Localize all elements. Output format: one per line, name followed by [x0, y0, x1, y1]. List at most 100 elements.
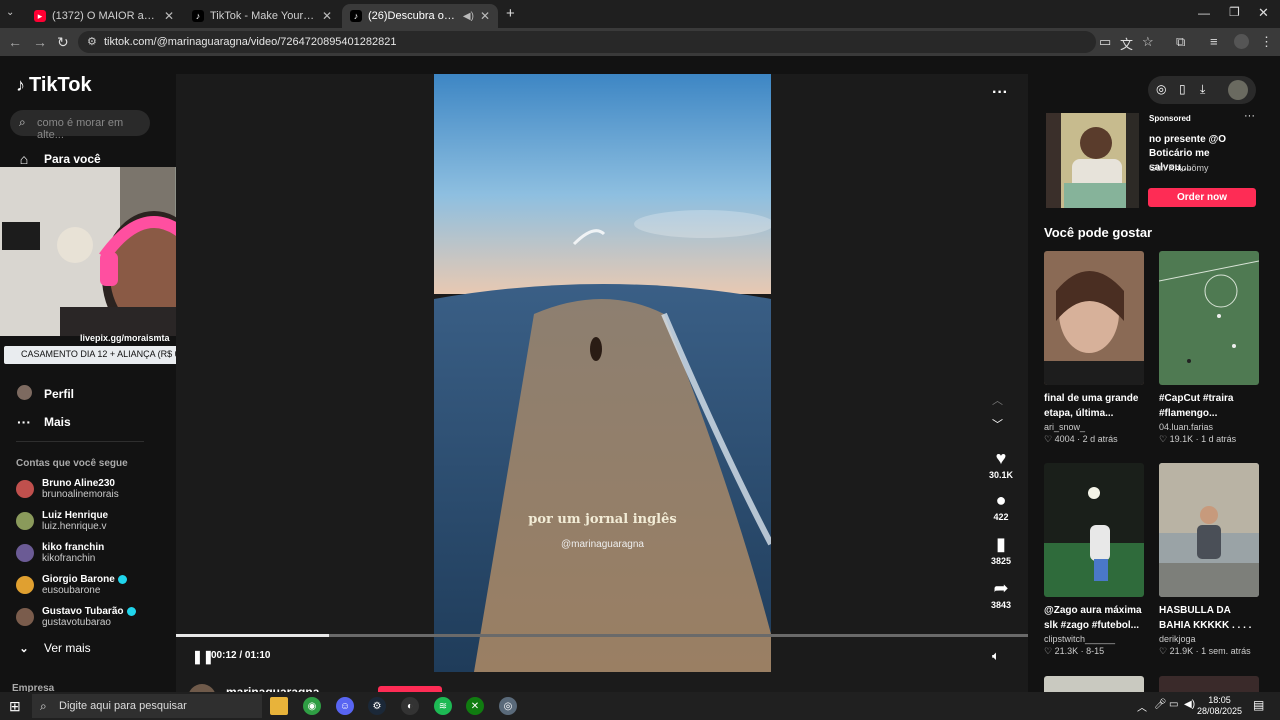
- followed-account[interactable]: Luiz Henrique luiz.henrique.v: [16, 510, 108, 532]
- obs-icon[interactable]: ◐: [401, 697, 419, 715]
- file-explorer-icon[interactable]: [270, 697, 288, 715]
- followed-account[interactable]: Giorgio Barone eusoubarone: [16, 574, 127, 596]
- save-button[interactable]: ▮ 3825: [984, 534, 1018, 566]
- share-button[interactable]: ➦ 3843: [984, 578, 1018, 610]
- video-player[interactable]: por um jornal inglês @marinaguaragna ···…: [176, 74, 1028, 692]
- volume-icon[interactable]: 🔈︎: [992, 648, 1000, 664]
- tray-chevron-icon[interactable]: ︿: [1137, 699, 1147, 714]
- minimize-button[interactable]: —: [1198, 6, 1210, 20]
- author-avatar[interactable]: [188, 684, 216, 692]
- suggestion-thumbnail: [1044, 251, 1144, 385]
- nav-perfil[interactable]: Perfil: [16, 385, 74, 403]
- suggestion-thumbnail: [1159, 251, 1259, 385]
- followed-account[interactable]: Bruno Aline230 brunoalinemorais: [16, 478, 119, 500]
- steam-icon[interactable]: ⚙: [368, 697, 386, 715]
- extensions-icon[interactable]: ⧉: [1176, 34, 1185, 50]
- download-icon[interactable]: ⤓: [1200, 82, 1205, 97]
- suggestion-card[interactable]: HASBULLA DA BAHIA KKKKK . . . . derikjog…: [1159, 463, 1259, 657]
- suggestion-card[interactable]: #CapCut #traira #flamengo... 04.luan.far…: [1159, 251, 1259, 445]
- avatar[interactable]: [1228, 80, 1248, 100]
- more-options-icon[interactable]: ···: [992, 84, 1008, 102]
- tab-tiktok-video[interactable]: ♪ (26)Descubra o Encanto do ◀) ✕: [342, 4, 498, 28]
- compass-icon[interactable]: ◎: [1156, 82, 1166, 96]
- suggestion-card[interactable]: final de uma grande etapa, última... ari…: [1044, 251, 1144, 445]
- tiktok-icon: ♪: [16, 75, 25, 95]
- translate-icon[interactable]: 文: [1120, 34, 1133, 53]
- suggestion-likes: 4004: [1054, 434, 1075, 444]
- app-icon[interactable]: ◎: [499, 697, 517, 715]
- search-input[interactable]: ⌕ como é morar em alte...: [10, 110, 150, 141]
- tab-title: (1372) O MAIOR achado de Jac: [52, 10, 158, 22]
- new-tab-button[interactable]: +: [506, 5, 515, 22]
- cast-icon[interactable]: ▭: [1099, 34, 1111, 50]
- save-count: 3825: [990, 556, 1012, 566]
- nav-para-voce[interactable]: ⌂ Para você: [16, 151, 101, 167]
- xbox-icon[interactable]: ✕: [466, 697, 484, 715]
- close-icon[interactable]: ✕: [164, 9, 174, 23]
- suggestion-thumbnail[interactable]: [1159, 676, 1259, 692]
- tab-youtube[interactable]: ▸ (1372) O MAIOR achado de Jac ✕: [26, 4, 182, 28]
- network-icon[interactable]: ▭: [1169, 699, 1178, 710]
- comment-icon: ●: [995, 490, 1007, 510]
- video-watermark: @marinaguaragna: [561, 539, 644, 550]
- video-frame[interactable]: por um jornal inglês @marinaguaragna: [434, 74, 771, 672]
- see-more-button[interactable]: ⌄ Ver mais: [16, 641, 90, 655]
- next-video-icon[interactable]: ﹀: [992, 416, 1003, 432]
- followed-account[interactable]: Gustavo Tubarão gustavotubarao: [16, 606, 136, 628]
- spotify-icon[interactable]: ≋: [434, 697, 452, 715]
- bookmark-star-icon[interactable]: ☆: [1142, 34, 1154, 50]
- order-now-button[interactable]: Order now: [1148, 188, 1256, 207]
- suggestion-caption: final de uma grande etapa, última...: [1044, 393, 1139, 419]
- taskbar-clock[interactable]: 18:05 28/08/2025: [1197, 695, 1242, 717]
- suggestion-card[interactable]: @Zago aura máxima slk #zago #futebol... …: [1044, 463, 1144, 657]
- taskbar-search-input[interactable]: ⌕ Digite aqui para pesquisar: [32, 694, 262, 718]
- author-name[interactable]: marinaguaragna: [226, 685, 319, 692]
- divider: [16, 441, 144, 442]
- sponsored-label: Sponsored: [1149, 114, 1191, 123]
- volume-icon[interactable]: ◀): [1184, 699, 1195, 710]
- forward-arrow-icon[interactable]: →: [33, 34, 47, 50]
- close-icon[interactable]: ✕: [322, 9, 332, 23]
- previous-video-icon[interactable]: ︿: [992, 392, 1003, 408]
- device-icon[interactable]: ▯: [1179, 82, 1186, 96]
- ad-thumbnail[interactable]: [1046, 113, 1139, 208]
- avatar: [16, 576, 34, 594]
- media-controls-icon[interactable]: ≡: [1210, 34, 1218, 49]
- ad-more-icon[interactable]: ···: [1244, 110, 1255, 122]
- comment-button[interactable]: ● 422: [984, 490, 1018, 522]
- nav-mais[interactable]: ··· Mais: [16, 414, 71, 430]
- microphone-icon[interactable]: 🎤︎: [1154, 699, 1167, 710]
- window-close-button[interactable]: ✕: [1258, 5, 1269, 21]
- chevron-down-icon: ⌄: [19, 642, 29, 655]
- notifications-icon[interactable]: ▤: [1253, 698, 1264, 712]
- followed-account[interactable]: kiko franchin kikofranchin: [16, 542, 104, 564]
- speaker-icon[interactable]: ◀): [463, 11, 474, 22]
- suggestion-thumbnail[interactable]: [1044, 676, 1144, 692]
- company-link[interactable]: Empresa: [12, 683, 54, 692]
- tab-search-button[interactable]: ⌄: [6, 7, 14, 18]
- suggestion-likes: 21.3K: [1054, 646, 1079, 656]
- heart-icon: ♡: [1159, 434, 1170, 444]
- back-arrow-icon[interactable]: ←: [8, 34, 22, 50]
- avatar: [16, 512, 34, 530]
- tab-tiktok-home[interactable]: ♪ TikTok - Make Your Day ✕: [184, 4, 340, 28]
- profile-avatar[interactable]: [1234, 34, 1249, 49]
- restore-button[interactable]: ❐: [1229, 5, 1240, 19]
- site-info-icon[interactable]: ⚙: [87, 35, 97, 48]
- menu-icon[interactable]: ⋮: [1260, 34, 1273, 50]
- search-placeholder: como é morar em alte...: [37, 117, 124, 141]
- close-icon[interactable]: ✕: [480, 9, 490, 23]
- chrome-icon[interactable]: ◉: [303, 697, 321, 715]
- suggestion-likes: 21.9K: [1169, 646, 1194, 656]
- clock-time: 18:05: [1208, 695, 1231, 705]
- reload-icon[interactable]: ↻: [57, 34, 69, 51]
- tab-title: (26)Descubra o Encanto do: [368, 10, 457, 22]
- windows-start-icon[interactable]: ⊞: [9, 698, 21, 715]
- url-input[interactable]: ⚙ tiktok.com/@marinaguaragna/video/72647…: [78, 31, 1096, 53]
- like-button[interactable]: ♥ 30.1K: [984, 448, 1018, 480]
- account-handle: brunoalinemorais: [42, 489, 119, 500]
- ad-author: Guh Khiobömy: [1149, 163, 1209, 173]
- tiktok-logo[interactable]: ♪ TikTok: [16, 74, 92, 97]
- discord-icon[interactable]: ☺: [336, 697, 354, 715]
- verified-badge-icon: [117, 575, 127, 584]
